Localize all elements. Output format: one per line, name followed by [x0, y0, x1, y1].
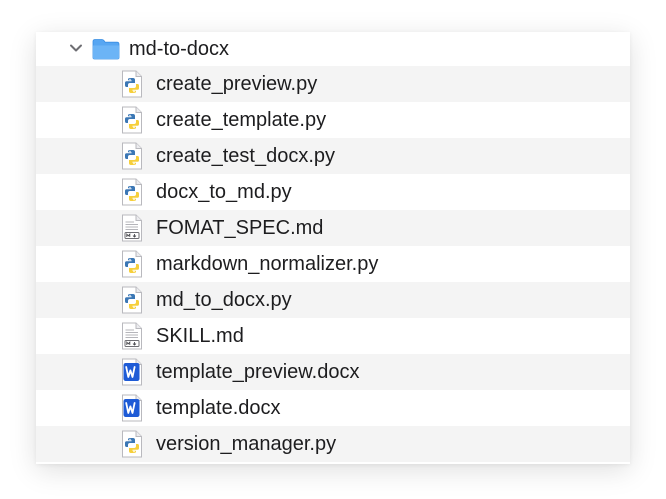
word-file-icon — [122, 394, 142, 422]
python-file-icon — [122, 178, 142, 206]
file-name: md_to_docx.py — [156, 289, 292, 311]
file-row[interactable]: FOMAT_SPEC.md — [36, 210, 630, 246]
markdown-file-icon — [122, 214, 142, 242]
file-name: version_manager.py — [156, 433, 337, 455]
file-browser-panel: md-to-docx create_preview.py create_templ… — [36, 32, 630, 464]
python-file-icon — [122, 286, 142, 314]
file-name: FOMAT_SPEC.md — [156, 217, 324, 239]
folder-row-md-to-docx[interactable]: md-to-docx — [36, 32, 630, 66]
file-row[interactable]: template_preview.docx — [36, 354, 630, 390]
file-row[interactable]: create_test_docx.py — [36, 138, 630, 174]
file-row[interactable]: create_preview.py — [36, 66, 630, 102]
python-file-icon — [122, 142, 142, 170]
file-name: template_preview.docx — [156, 361, 360, 383]
python-file-icon — [122, 250, 142, 278]
folder-icon — [92, 39, 120, 60]
file-row[interactable]: docx_to_md.py — [36, 174, 630, 210]
file-row[interactable]: SKILL.md — [36, 318, 630, 354]
file-name: template.docx — [156, 397, 281, 419]
file-row[interactable]: markdown_normalizer.py — [36, 246, 630, 282]
python-file-icon — [122, 106, 142, 134]
file-name: SKILL.md — [156, 325, 244, 347]
python-file-icon — [122, 70, 142, 98]
file-name: create_template.py — [156, 109, 327, 131]
word-file-icon — [122, 358, 142, 386]
chevron-down-icon[interactable] — [68, 40, 84, 56]
file-name: markdown_normalizer.py — [156, 253, 379, 275]
file-name: docx_to_md.py — [156, 181, 292, 203]
file-row[interactable]: template.docx — [36, 390, 630, 426]
markdown-file-icon — [122, 322, 142, 350]
file-row[interactable]: create_template.py — [36, 102, 630, 138]
file-name: create_preview.py — [156, 73, 318, 95]
python-file-icon — [122, 430, 142, 458]
folder-name: md-to-docx — [129, 38, 230, 60]
file-row[interactable]: md_to_docx.py — [36, 282, 630, 318]
file-row[interactable]: version_manager.py — [36, 426, 630, 462]
file-name: create_test_docx.py — [156, 145, 335, 167]
